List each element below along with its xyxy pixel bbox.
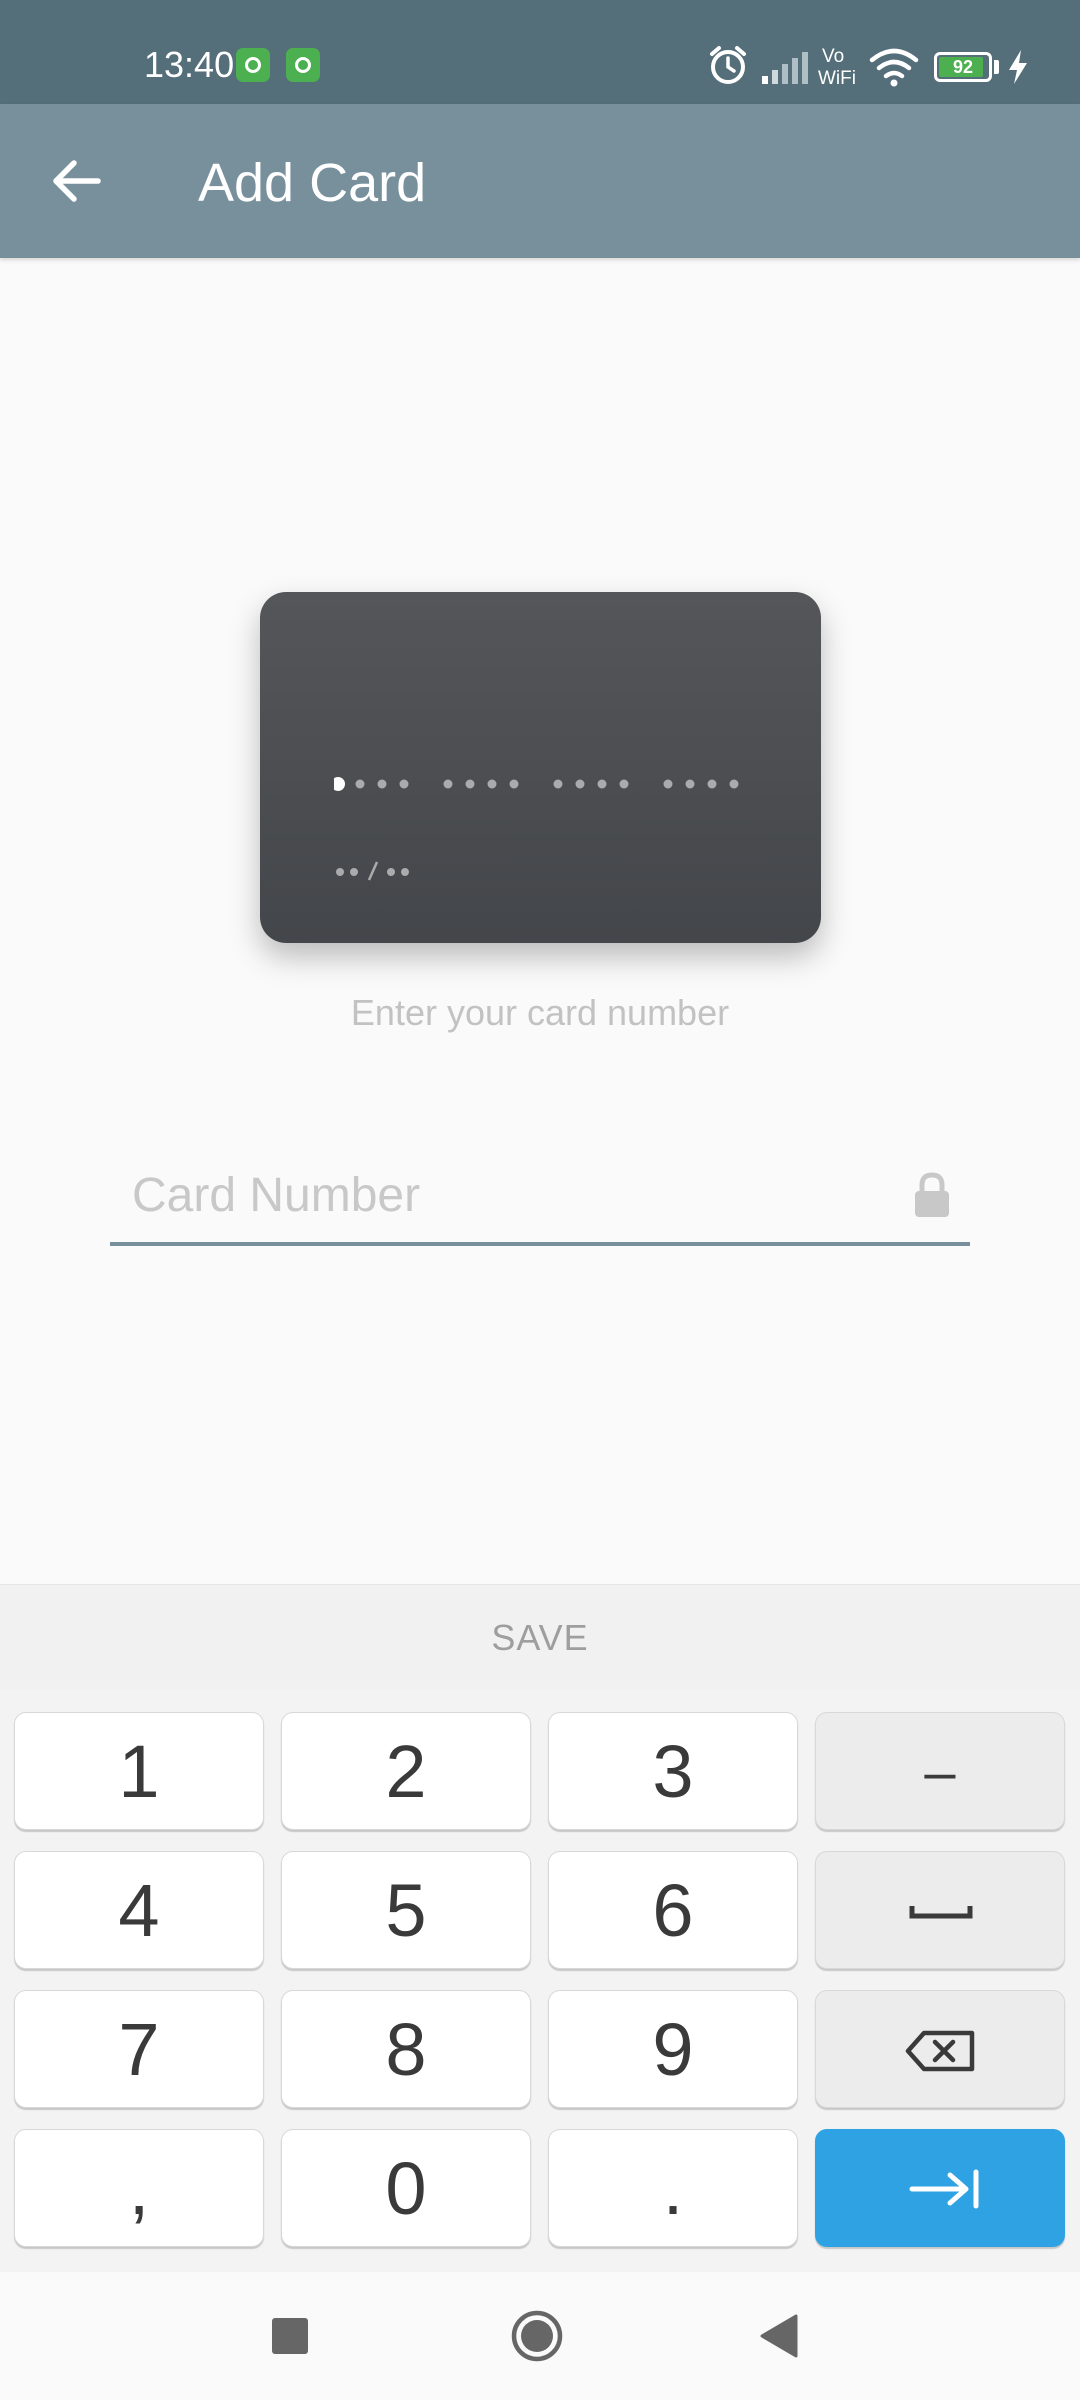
- key-label: 6: [652, 1869, 694, 1952]
- wifi-icon: [869, 48, 919, 87]
- alarm-icon: [710, 46, 746, 84]
- recents-icon: [272, 2318, 308, 2354]
- save-button[interactable]: SAVE: [0, 1585, 1080, 1691]
- save-bar: SAVE: [0, 1584, 1080, 1690]
- nav-back-button[interactable]: [740, 2296, 820, 2376]
- home-icon: [511, 2310, 563, 2362]
- card-number-hint: Enter your card number: [350, 992, 730, 1033]
- key-label: 7: [118, 2008, 160, 2091]
- key-3[interactable]: 3: [548, 1712, 798, 1830]
- key-label: 8: [385, 2008, 427, 2091]
- key-6[interactable]: 6: [548, 1851, 798, 1969]
- key-label: 5: [385, 1869, 427, 1952]
- key-label: .: [662, 2147, 684, 2230]
- card-number-input[interactable]: [132, 1152, 892, 1238]
- card-digit-dot: [707, 779, 717, 789]
- status-bar: 13:40 Vo WiFi 92: [0, 0, 1080, 104]
- battery-tip: [994, 60, 999, 74]
- card-digit-dot: [487, 779, 497, 789]
- app-bar: Add Card: [0, 104, 1080, 258]
- card-digit-dot: [377, 779, 387, 789]
- key-label: 9: [652, 2008, 694, 2091]
- key-dash[interactable]: –: [815, 1712, 1065, 1830]
- card-digit-dot: [553, 779, 563, 789]
- card-digit-dot: [575, 779, 585, 789]
- key-5[interactable]: 5: [281, 1851, 531, 1969]
- key-label: 2: [385, 1730, 427, 1813]
- key-backspace[interactable]: [815, 1990, 1065, 2108]
- key-9[interactable]: 9: [548, 1990, 798, 2108]
- app-notification-icon: [236, 48, 270, 82]
- home-button[interactable]: [497, 2296, 577, 2376]
- key-next[interactable]: [815, 2129, 1065, 2247]
- key-label: 4: [118, 1869, 160, 1952]
- card-digit-dot: [399, 779, 409, 789]
- card-digit-dot: [355, 779, 365, 789]
- app-notification-icon: [286, 48, 320, 82]
- card-digit-dot: [509, 779, 519, 789]
- key-label: –: [924, 1740, 956, 1803]
- key-space[interactable]: [815, 1851, 1065, 1969]
- lock-icon: [915, 1172, 949, 1217]
- battery-icon: 92: [934, 52, 992, 82]
- key-label: ,: [128, 2147, 150, 2230]
- card-number-mask: [334, 777, 739, 791]
- tab-next-icon: [909, 2169, 979, 2209]
- svg-text:Vo: Vo: [822, 46, 844, 67]
- back-button[interactable]: [40, 144, 114, 218]
- signal-icon: [762, 52, 808, 84]
- card-preview: [260, 592, 821, 943]
- system-nav-bar: [0, 2272, 1080, 2400]
- vowifi-icon: Vo WiFi: [818, 46, 856, 88]
- key-7[interactable]: 7: [14, 1990, 264, 2108]
- numeric-keyboard: 1 2 3 – 4 5 6 7 8 9 , 0 .: [0, 1690, 1080, 2272]
- status-time: 13:40: [144, 44, 235, 85]
- card-digit-dot-active: [334, 777, 345, 791]
- card-digit-dot: [729, 779, 739, 789]
- key-4[interactable]: 4: [14, 1851, 264, 1969]
- backspace-icon: [905, 2030, 975, 2072]
- card-expiry-mask: [336, 861, 409, 881]
- space-icon: [909, 1906, 973, 1919]
- key-period[interactable]: .: [548, 2129, 798, 2247]
- key-1[interactable]: 1: [14, 1712, 264, 1830]
- svg-text:WiFi: WiFi: [818, 68, 856, 88]
- page-title: Add Card: [198, 153, 427, 213]
- battery-level: 92: [952, 57, 974, 77]
- key-0[interactable]: 0: [281, 2129, 531, 2247]
- arrow-left-icon: [53, 160, 101, 202]
- card-digit-dot: [443, 779, 453, 789]
- charging-icon: [1009, 50, 1027, 84]
- back-icon: [760, 2314, 798, 2358]
- key-label: 1: [118, 1730, 160, 1813]
- key-comma[interactable]: ,: [14, 2129, 264, 2247]
- card-digit-dot: [663, 779, 673, 789]
- key-2[interactable]: 2: [281, 1712, 531, 1830]
- key-8[interactable]: 8: [281, 1990, 531, 2108]
- card-digit-dot: [597, 779, 607, 789]
- card-digit-dot: [465, 779, 475, 789]
- key-label: 0: [385, 2147, 427, 2230]
- key-label: 3: [652, 1730, 694, 1813]
- card-number-field[interactable]: [110, 1152, 970, 1246]
- card-digit-dot: [685, 779, 695, 789]
- card-digit-dot: [619, 779, 629, 789]
- recents-button[interactable]: [250, 2296, 330, 2376]
